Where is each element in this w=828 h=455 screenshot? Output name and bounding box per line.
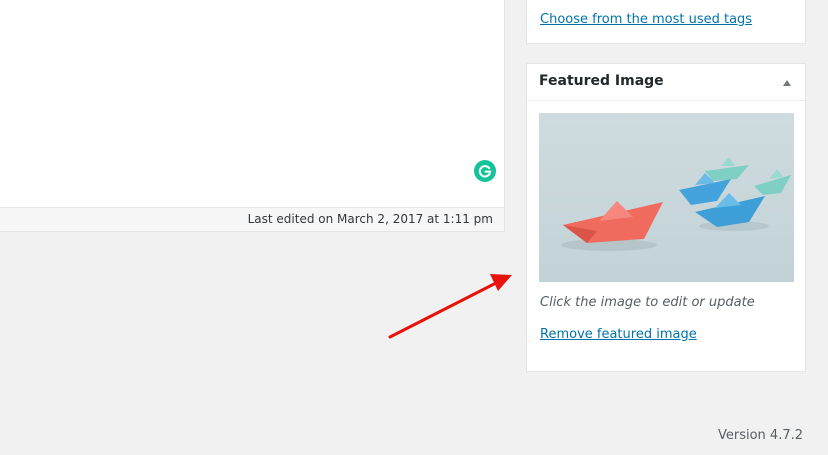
post-editor: Last edited on March 2, 2017 at 1:11 pm bbox=[0, 0, 505, 232]
most-used-tags-link[interactable]: Choose from the most used tags bbox=[540, 12, 752, 27]
tags-panel: Choose from the most used tags bbox=[526, 0, 806, 44]
featured-image-panel: Featured Image Click the image to edit o… bbox=[526, 63, 806, 372]
grammarly-icon[interactable] bbox=[474, 160, 496, 182]
editor-content-area[interactable] bbox=[0, 0, 504, 207]
last-edited-text: Last edited on March 2, 2017 at 1:11 pm bbox=[247, 212, 493, 226]
featured-image-hint: Click the image to edit or update bbox=[540, 295, 755, 310]
remove-featured-image-link[interactable]: Remove featured image bbox=[540, 327, 697, 342]
featured-image-title: Featured Image bbox=[539, 73, 664, 89]
featured-image-thumbnail[interactable] bbox=[539, 113, 794, 282]
version-text: Version 4.7.2 bbox=[717, 428, 803, 443]
editor-status-bar: Last edited on March 2, 2017 at 1:11 pm bbox=[0, 207, 504, 231]
featured-image-header[interactable]: Featured Image bbox=[527, 64, 805, 101]
toggle-up-icon[interactable] bbox=[783, 80, 791, 86]
